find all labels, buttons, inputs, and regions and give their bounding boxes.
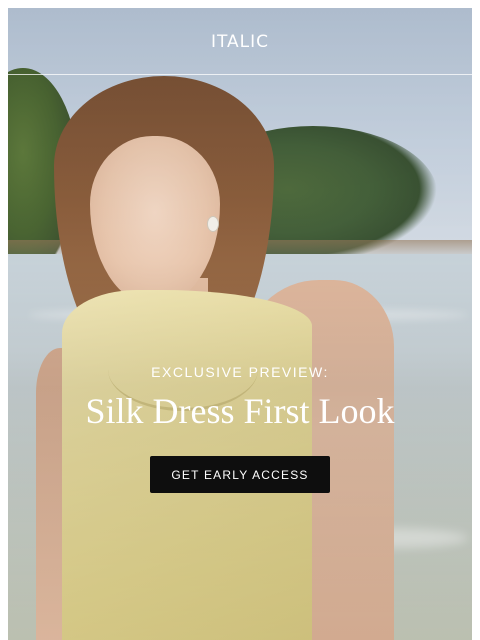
brand-logo[interactable]: ITALIC [211,32,269,52]
image-overlay [8,8,472,640]
get-early-access-button[interactable]: GET EARLY ACCESS [150,456,330,493]
header-divider [8,74,472,75]
eyebrow-text: EXCLUSIVE PREVIEW: [151,364,329,380]
hero-headline: Silk Dress First Look [85,391,395,431]
email-hero: ITALIC EXCLUSIVE PREVIEW: Silk Dress Fir… [8,8,472,640]
header: ITALIC [8,8,472,74]
